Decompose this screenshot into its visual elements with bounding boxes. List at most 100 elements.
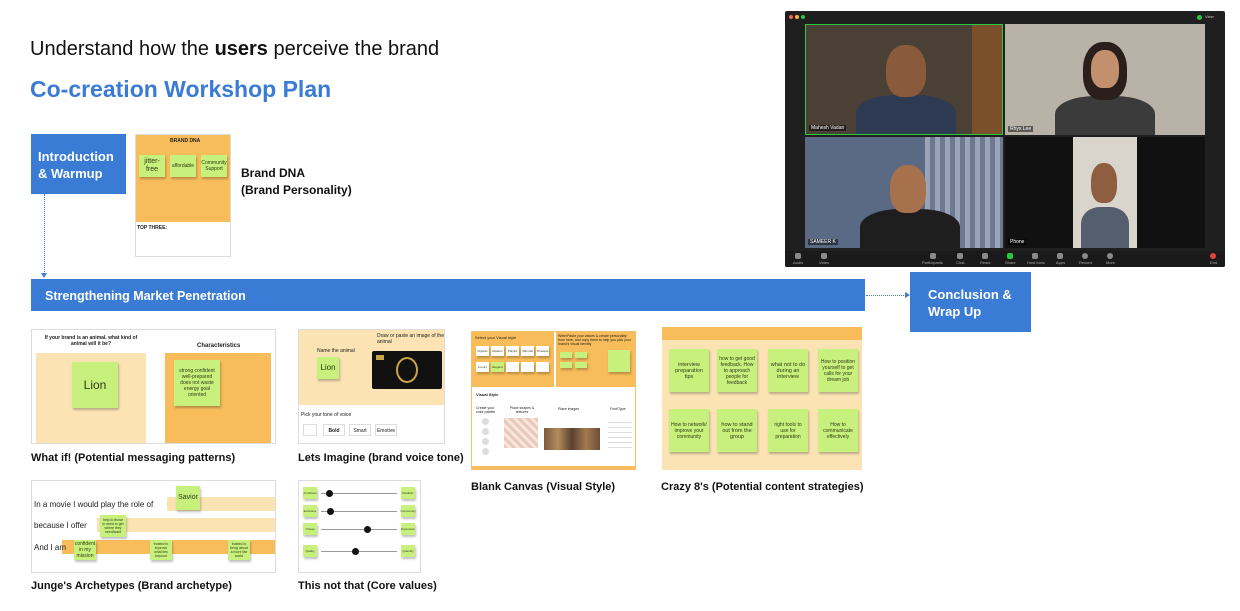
color-swatch — [482, 448, 489, 455]
video-call-window: View Mahesh Vadan Rhys Lee SAMEER K Phon… — [785, 11, 1225, 267]
value-slider-track — [321, 529, 397, 530]
person-head — [1091, 50, 1119, 88]
images-label: Place images — [558, 407, 580, 411]
this-not-that-caption: This not that (Core values) — [298, 580, 437, 592]
style-chip — [521, 362, 534, 372]
crazy8-caption: Crazy 8's (Potential content strategies) — [661, 481, 864, 493]
visual-style-title: Select your Visual style — [475, 335, 517, 340]
style-chip: Elegant — [491, 362, 504, 372]
what-if-question: If your brand is an animal, what kind of… — [44, 335, 138, 347]
value-sticky-left: Quality — [303, 545, 317, 557]
style-chip — [506, 362, 519, 372]
person-body — [860, 209, 960, 248]
intro-box: Introduction & Warmup — [31, 134, 126, 194]
color-swatch — [482, 438, 489, 445]
sticky-note — [575, 352, 587, 358]
view-button[interactable]: View — [1205, 14, 1214, 20]
sticky-note: right tools to use for preparation — [768, 409, 808, 452]
phone-video — [1073, 137, 1137, 248]
camera-icon[interactable] — [821, 253, 827, 259]
sticky-note: trusted to bring about a more fair world — [228, 540, 250, 560]
top-three-label: TOP THREE: — [137, 225, 168, 231]
sticky-note: what not to do during an interview — [768, 349, 808, 392]
font-samples — [608, 418, 632, 450]
control-label: More — [1106, 260, 1116, 265]
control-label: End — [1210, 260, 1218, 265]
react-icon[interactable] — [982, 253, 988, 259]
tone-card: Smart — [349, 424, 371, 436]
value-slider-dot[interactable] — [352, 548, 360, 555]
value-sticky-right: Community — [400, 505, 416, 517]
lets-imagine-caption: Lets Imagine (brand voice tone) — [298, 452, 464, 464]
value-sticky-right: Expensive — [401, 523, 415, 535]
control-label: Share — [1005, 260, 1016, 265]
sticky-note: how to stand out from the group — [717, 409, 757, 452]
brand-dna-caption-sub: (Brand Personality) — [241, 183, 352, 197]
participant-name: Phone — [1008, 239, 1027, 245]
this-not-that-board: Ambitious Exclusive Cheap Quality Realis… — [298, 480, 421, 573]
more-icon[interactable] — [1107, 253, 1113, 259]
sticky-note: affordable — [170, 155, 196, 177]
record-icon[interactable] — [1082, 253, 1088, 259]
sticky-note: Lion — [317, 357, 339, 379]
chat-icon[interactable] — [957, 253, 963, 259]
market-penetration-strip: Strengthening Market Penetration — [31, 279, 865, 311]
value-sticky-left: Cheap — [303, 523, 317, 535]
value-slider-dot[interactable] — [325, 490, 333, 497]
brand-dna-caption: Brand DNA — [241, 166, 306, 180]
sticky-note: trusted to improve what lies beyond — [150, 540, 172, 560]
microphone-icon[interactable] — [795, 253, 801, 259]
host-tools-icon[interactable] — [1032, 253, 1038, 259]
apps-icon[interactable] — [1057, 253, 1063, 259]
participant-name: Rhys Lee — [1008, 126, 1034, 132]
window-maximize-icon[interactable] — [801, 15, 805, 19]
participant-tile: Rhys Lee — [1005, 24, 1205, 135]
value-slider-dot[interactable] — [363, 526, 371, 533]
door-background — [972, 25, 1002, 134]
shapes-label: Place shapes & textures — [509, 406, 535, 414]
value-sticky-left: Exclusive — [303, 505, 317, 517]
lion-logo-image — [372, 351, 442, 389]
person-head — [886, 45, 926, 97]
color-swatch — [482, 428, 489, 435]
lets-imagine-board: Name the animal Draw or paste an image o… — [298, 329, 445, 444]
value-slider-dot[interactable] — [327, 508, 335, 515]
sticky-note: strong confident well-prepared does not … — [174, 360, 220, 406]
crazy8-header-bar — [662, 327, 862, 340]
conclusion-box: Conclusion & Wrap Up — [910, 272, 1031, 332]
font-label: Font/Type — [610, 407, 626, 411]
brand-dna-board-title: BRAND DNA — [170, 138, 201, 144]
person-body — [856, 95, 956, 134]
share-screen-icon[interactable] — [1007, 253, 1013, 259]
meeting-controls-bar: Audio Video Participants Chat React Shar… — [785, 251, 1225, 267]
style-chip: Modern — [491, 346, 504, 356]
value-sticky-right: Realistic — [401, 487, 415, 499]
offer-label: because I offer — [34, 521, 87, 530]
page-title: Co-creation Workshop Plan — [30, 76, 332, 102]
heading-bold-word: users — [214, 38, 268, 60]
brand-dna-board: BRAND DNA jitter-free affordable Communi… — [135, 134, 231, 257]
name-animal-label: Name the animal — [317, 348, 355, 354]
window-minimize-icon[interactable] — [795, 15, 799, 19]
sticky-note: Lion — [72, 362, 118, 408]
end-call-icon[interactable] — [1210, 253, 1216, 259]
tone-card: Emotive — [375, 424, 397, 436]
participant-name: Mahesh Vadan — [809, 125, 847, 131]
style-chip: Minimal — [521, 346, 534, 356]
control-label: Audio — [793, 260, 804, 265]
sticky-note: How to position yourself to get calls fo… — [818, 349, 858, 392]
style-chip — [536, 362, 549, 372]
values-title: Write/Paste your values & create persona… — [558, 334, 631, 346]
role-label: In a movie I would play the role of — [34, 500, 154, 509]
control-label: Record — [1079, 260, 1092, 265]
logo-letters-icon — [376, 355, 384, 360]
window-close-icon[interactable] — [789, 15, 793, 19]
sticky-note — [608, 350, 630, 372]
archetypes-board: In a movie I would play the role of beca… — [31, 480, 276, 573]
participant-name: SAMEER K — [808, 239, 838, 245]
person-head — [1091, 163, 1117, 203]
shield-icon — [1197, 15, 1202, 20]
page-heading: Understand how the users perceive the br… — [30, 38, 440, 60]
sticky-note: Savior — [176, 486, 200, 510]
participants-icon[interactable] — [930, 253, 936, 259]
